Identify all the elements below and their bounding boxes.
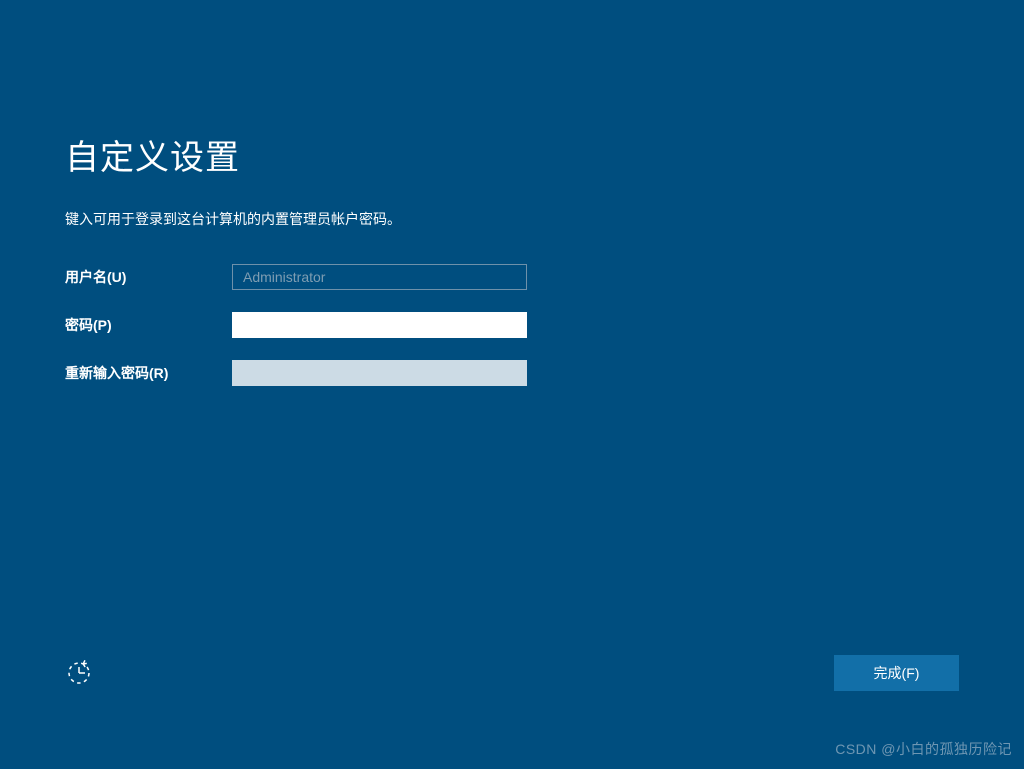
reenter-password-label: 重新输入密码(R) bbox=[65, 363, 232, 383]
username-field bbox=[232, 264, 527, 290]
ease-of-access-icon[interactable] bbox=[65, 659, 93, 687]
username-row: 用户名(U) bbox=[65, 264, 959, 290]
username-label: 用户名(U) bbox=[65, 267, 232, 287]
password-field[interactable] bbox=[232, 312, 527, 338]
password-label: 密码(P) bbox=[65, 315, 232, 335]
instruction-text: 键入可用于登录到这台计算机的内置管理员帐户密码。 bbox=[65, 209, 959, 229]
reenter-password-row: 重新输入密码(R) bbox=[65, 360, 959, 386]
page-title: 自定义设置 bbox=[65, 130, 959, 179]
finish-button[interactable]: 完成(F) bbox=[834, 655, 959, 691]
password-row: 密码(P) bbox=[65, 312, 959, 338]
watermark-text: CSDN @小白的孤独历险记 bbox=[835, 739, 1012, 759]
reenter-password-field[interactable] bbox=[232, 360, 527, 386]
